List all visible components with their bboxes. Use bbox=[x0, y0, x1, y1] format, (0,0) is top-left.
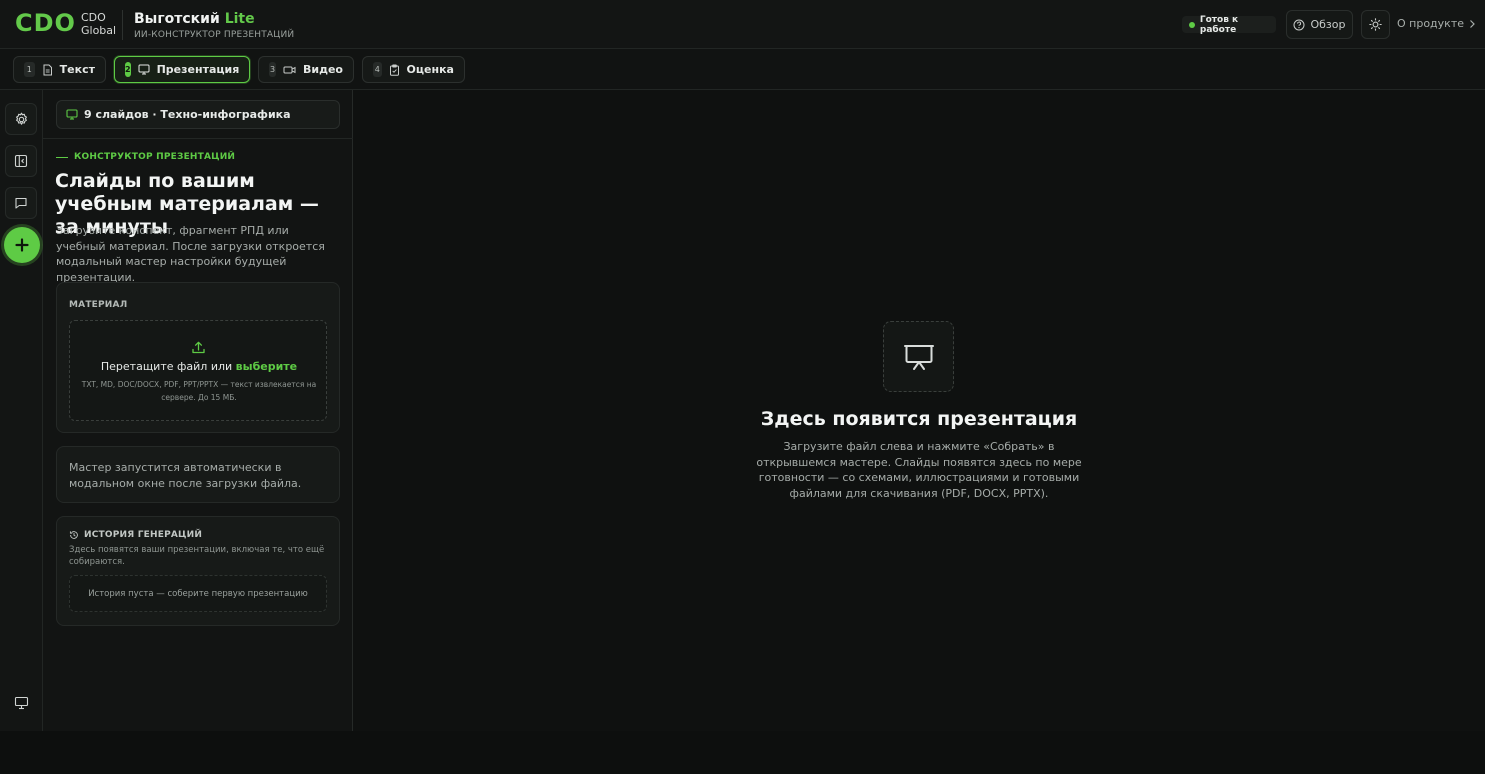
eyebrow-line bbox=[56, 156, 68, 158]
history-icon bbox=[69, 530, 79, 540]
dropzone-hint: TXT, MD, DOC/DOCX, PDF, PPT/PPTX — текст… bbox=[81, 380, 317, 402]
presentation-icon bbox=[66, 109, 78, 120]
presentation-mode-button[interactable] bbox=[11, 693, 31, 713]
status-text: Готов к работе bbox=[1199, 14, 1239, 35]
history-empty-state: История пуста — соберите первую презента… bbox=[69, 575, 327, 612]
plus-icon bbox=[15, 238, 29, 252]
presentation-icon bbox=[138, 64, 150, 75]
theme-toggle-button[interactable] bbox=[1361, 10, 1390, 39]
empty-state-title: Здесь появится презентация bbox=[760, 408, 1078, 430]
left-icon-rail bbox=[0, 90, 43, 731]
tab-label: Текст bbox=[59, 63, 95, 76]
dropzone-prompt: Перетащите файл или bbox=[100, 360, 233, 373]
settings-button[interactable] bbox=[5, 103, 37, 135]
tab-label: Презентация bbox=[156, 63, 240, 76]
eyebrow-text: КОНСТРУКТОР ПРЕЗЕНТАЦИЙ bbox=[74, 152, 236, 162]
add-button[interactable] bbox=[4, 227, 40, 263]
panel-description: Загрузите конспект, фрагмент РПД или уче… bbox=[56, 224, 325, 284]
status-badge: Готов к работе bbox=[1182, 14, 1276, 35]
tab-label: Оценка bbox=[406, 63, 454, 76]
divider bbox=[43, 138, 353, 139]
empty-state-icon-frame bbox=[883, 321, 954, 392]
slide-summary-text: 9 слайдов · Техно-инфографика bbox=[84, 108, 291, 121]
bottom-strip bbox=[0, 731, 1485, 774]
sidebar-toggle-button[interactable] bbox=[5, 145, 37, 177]
sun-icon bbox=[1369, 18, 1382, 31]
settings-icon bbox=[14, 112, 29, 127]
chat-button[interactable] bbox=[5, 187, 37, 219]
history-title: ИСТОРИЯ ГЕНЕРАЦИЙ bbox=[84, 530, 203, 540]
history-card: ИСТОРИЯ ГЕНЕРАЦИЙ Здесь появятся ваши пр… bbox=[56, 516, 340, 626]
header-divider bbox=[122, 10, 123, 40]
logo-subtitle: CDO Global bbox=[81, 11, 116, 37]
tab-number: 1 bbox=[24, 62, 35, 77]
tab-text[interactable]: 1 Текст bbox=[13, 56, 106, 83]
tab-video[interactable]: 3 Видео bbox=[258, 56, 354, 83]
presentation-builder-panel: 9 слайдов · Техно-инфографика КОНСТРУКТО… bbox=[43, 90, 353, 731]
tab-assessment[interactable]: 4 Оценка bbox=[362, 56, 465, 83]
brand-suffix: Lite bbox=[224, 11, 255, 27]
wizard-note-text: Мастер запустится автоматически в модаль… bbox=[69, 461, 302, 490]
presentation-preview-area: Здесь появится презентация Загрузите фай… bbox=[353, 90, 1485, 731]
logo-subtitle-line2: Global bbox=[81, 24, 117, 37]
logo-subtitle-line1: CDO bbox=[81, 11, 106, 24]
upload-icon bbox=[191, 340, 206, 355]
tab-number: 4 bbox=[373, 62, 382, 77]
slide-settings-summary[interactable]: 9 слайдов · Техно-инфографика bbox=[56, 100, 340, 129]
steps-tabbar: 1 Текст 2 Презентация 3 Видео 4 Оценка bbox=[0, 49, 1485, 90]
choose-file-link[interactable]: выберите bbox=[236, 360, 297, 373]
cdo-logo[interactable]: CDO bbox=[15, 11, 76, 35]
material-card: МАТЕРИАЛ Перетащите файл или выберите TX… bbox=[56, 282, 340, 433]
tab-number: 2 bbox=[125, 62, 131, 77]
chevron-right-icon bbox=[1468, 19, 1476, 29]
overview-button[interactable]: Обзор bbox=[1286, 10, 1353, 39]
top-header: CDO CDO Global Выготский Lite ИИ-КОНСТРУ… bbox=[0, 0, 1485, 49]
clipboard-icon bbox=[389, 64, 400, 76]
material-label: МАТЕРИАЛ bbox=[69, 300, 128, 310]
history-description: Здесь появятся ваши презентации, включая… bbox=[69, 545, 325, 567]
overview-label: Обзор bbox=[1310, 18, 1346, 31]
history-header: ИСТОРИЯ ГЕНЕРАЦИЙ bbox=[69, 530, 202, 540]
brand-title: Выготский Lite bbox=[134, 11, 255, 27]
brand-subtitle: ИИ-КОНСТРУКТОР ПРЕЗЕНТАЦИЙ bbox=[134, 30, 295, 40]
document-icon bbox=[42, 64, 53, 76]
presentation-icon bbox=[903, 343, 934, 371]
video-icon bbox=[283, 65, 296, 75]
tab-label: Видео bbox=[303, 63, 343, 76]
tab-number: 3 bbox=[269, 62, 276, 77]
chat-icon bbox=[14, 196, 28, 210]
status-dot bbox=[1189, 21, 1195, 28]
about-product-link[interactable]: О продукте bbox=[1397, 17, 1476, 30]
presentation-icon bbox=[14, 696, 29, 710]
sidebar-panel-icon bbox=[14, 154, 28, 168]
dropzone-text: Перетащите файл или выберите bbox=[70, 360, 328, 373]
section-eyebrow: КОНСТРУКТОР ПРЕЗЕНТАЦИЙ bbox=[56, 152, 235, 162]
wizard-note-card: Мастер запустится автоматически в модаль… bbox=[56, 446, 340, 503]
brand-name: Выготский bbox=[134, 11, 220, 27]
file-dropzone[interactable]: Перетащите файл или выберите TXT, MD, DO… bbox=[69, 320, 327, 421]
about-label: О продукте bbox=[1397, 17, 1464, 30]
tab-presentation[interactable]: 2 Презентация bbox=[114, 56, 250, 83]
help-circle-icon bbox=[1293, 19, 1305, 31]
empty-state-description: Загрузите файл слева и нажмите «Собрать»… bbox=[756, 440, 1082, 500]
